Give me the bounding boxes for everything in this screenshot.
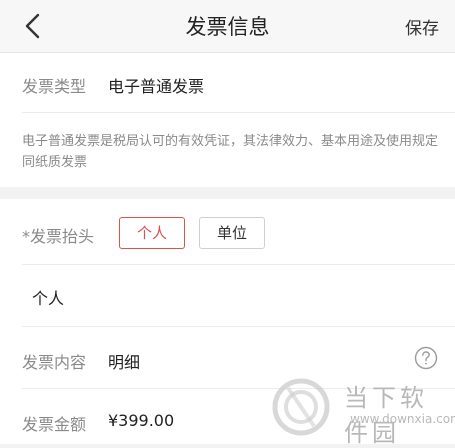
question-circle-icon[interactable] <box>414 346 438 370</box>
divider <box>22 112 455 113</box>
header-option-personal[interactable]: 个人 <box>119 217 185 249</box>
invoice-type-description: 电子普通发票是税局认可的有效凭证，其法律效力、基本用途及使用规定同纸质发票 <box>22 134 439 170</box>
watermark-logo-icon <box>272 378 330 436</box>
invoice-header-row: *发票抬头 个人 单位 <box>0 199 455 265</box>
header-option-company[interactable]: 单位 <box>199 217 265 249</box>
invoice-amount-value: ¥399.00 <box>108 411 175 430</box>
invoice-header-label: *发票抬头 <box>22 227 95 246</box>
header-name-field[interactable]: 个人 <box>32 285 64 309</box>
invoice-amount-label: 发票金额 <box>22 415 87 434</box>
nav-bar: 发票信息 保存 <box>0 0 455 53</box>
invoice-type-value: 电子普通发票 <box>108 77 205 96</box>
invoice-content-value: 明细 <box>108 353 141 372</box>
save-button[interactable]: 保存 <box>405 14 439 39</box>
invoice-content-label: 发票内容 <box>22 353 87 372</box>
invoice-type-label: 发票类型 <box>22 77 87 96</box>
header-name-row[interactable]: 个人 <box>0 265 455 327</box>
watermark-url: www.downxia.com <box>350 412 455 426</box>
watermark: 当下软件园 www.downxia.com <box>268 372 455 447</box>
invoice-type-section: 发票类型 电子普通发票 电子普通发票是税局认可的有效凭证，其法律效力、基本用途及… <box>0 53 455 187</box>
page-title: 发票信息 <box>185 15 270 39</box>
invoice-type-row[interactable]: 发票类型 电子普通发票 <box>0 53 455 113</box>
